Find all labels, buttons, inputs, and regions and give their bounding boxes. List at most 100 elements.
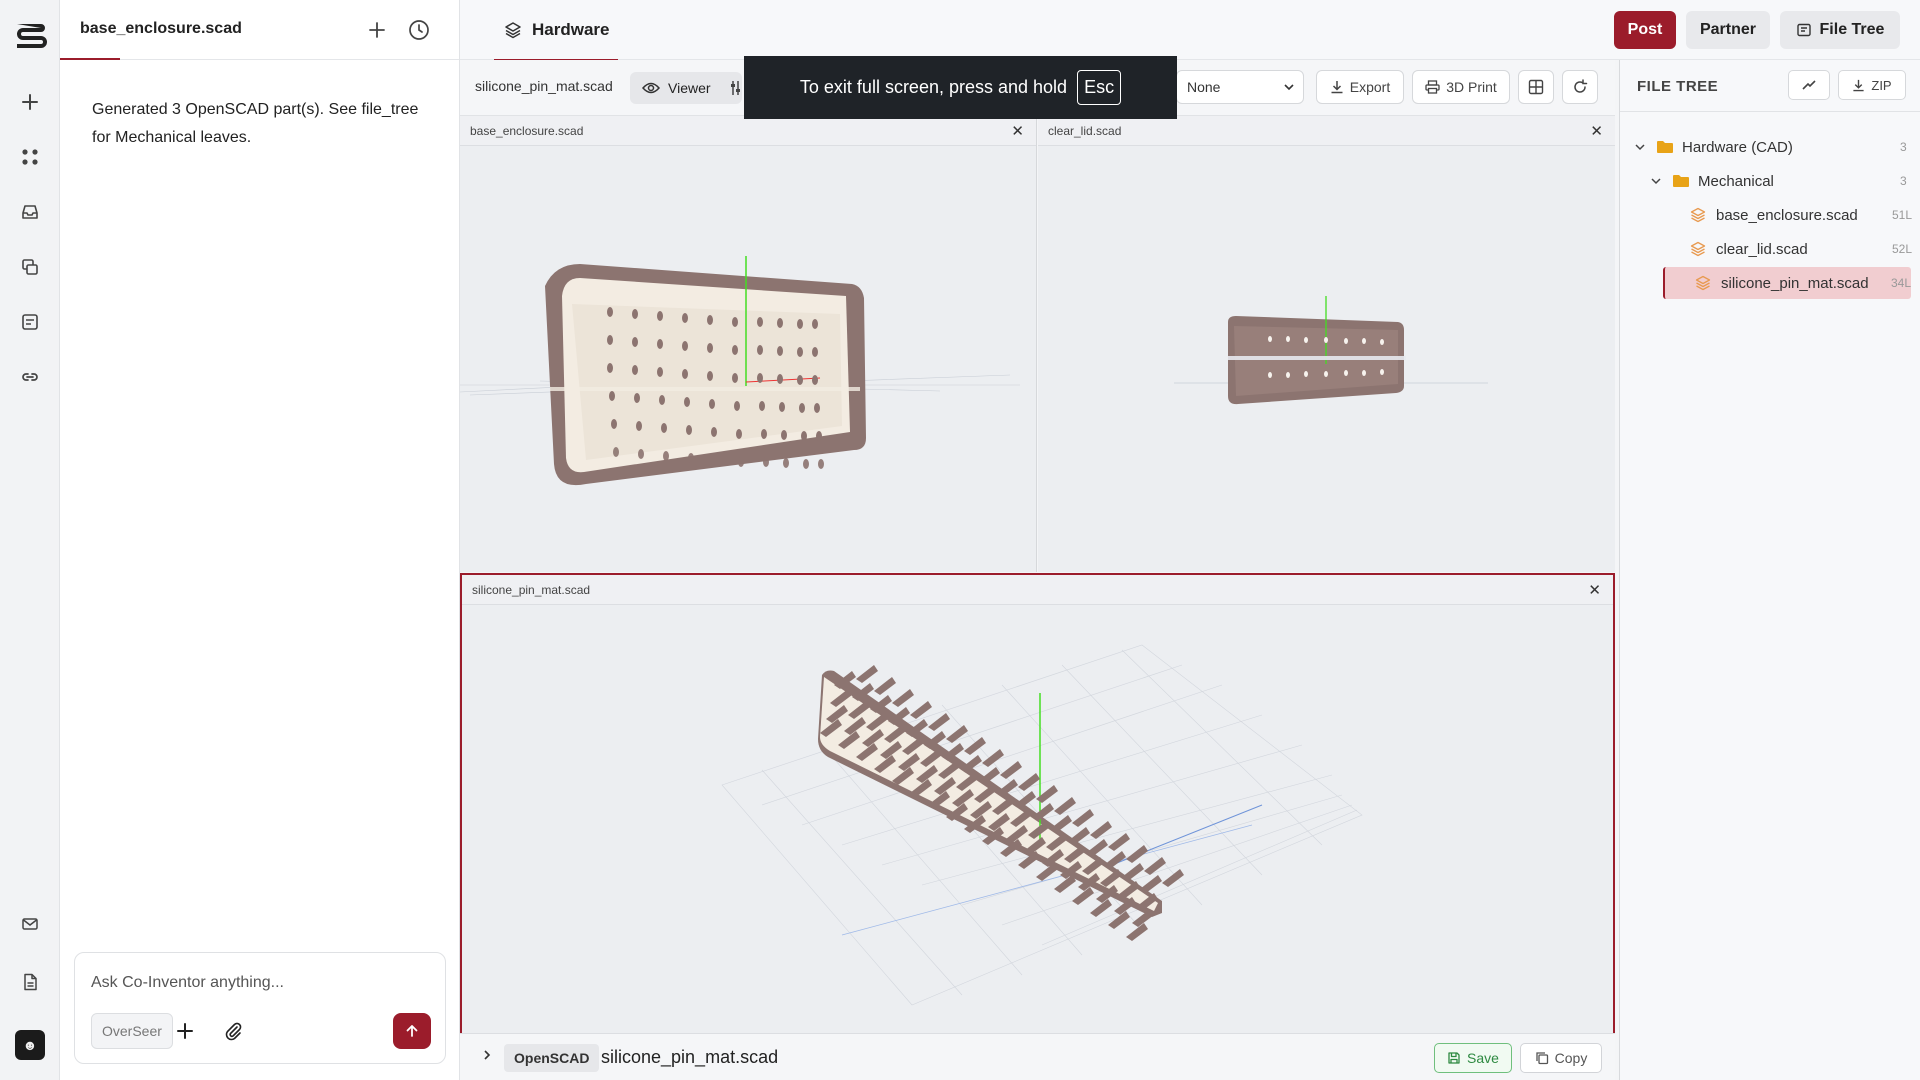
tree-node-count: 3 (1900, 140, 1907, 154)
top-header: Hardware Post Partner File Tree (460, 0, 1920, 61)
toast-key: Esc (1077, 70, 1122, 105)
history-clock-icon[interactable] (406, 17, 432, 43)
viewport-silicone-pin-mat[interactable]: silicone_pin_mat.scad ✕ (460, 573, 1615, 1033)
inbox-icon[interactable] (18, 200, 42, 224)
export-label: Export (1349, 79, 1391, 95)
agent-selector-button[interactable]: OverSeer (91, 1013, 173, 1049)
zip-download-button[interactable]: ZIP (1838, 70, 1906, 100)
chat-input[interactable] (91, 971, 421, 995)
close-viewport-icon[interactable]: ✕ (1588, 581, 1601, 599)
layers-icon (505, 22, 521, 39)
viewport-title: silicone_pin_mat.scad (472, 583, 591, 597)
silicone-pin-mat-model[interactable] (462, 605, 1613, 1033)
collapse-icon (1802, 80, 1816, 90)
layers-stack-icon[interactable] (18, 255, 42, 279)
download-icon (1853, 79, 1864, 91)
language-badge: OpenSCAD (504, 1044, 600, 1072)
material-select[interactable]: None (1176, 70, 1304, 104)
assistant-message: Generated 3 OpenSCAD part(s). See file_t… (92, 101, 419, 146)
eye-icon (642, 82, 660, 94)
tree-file-clear-lid[interactable]: clear_lid.scad 52L (1690, 234, 1912, 264)
collapse-tree-button[interactable] (1788, 70, 1830, 100)
chevron-down-icon (1635, 144, 1645, 151)
3d-print-button[interactable]: 3D Print (1412, 70, 1510, 104)
current-file-label: silicone_pin_mat.scad (475, 78, 613, 94)
app-logo-icon[interactable] (13, 20, 47, 50)
viewport-title: base_enclosure.scad (470, 124, 584, 138)
close-viewport-icon[interactable]: ✕ (1590, 122, 1603, 140)
copy-icon (1536, 1052, 1548, 1065)
viewport-title: clear_lid.scad (1048, 124, 1122, 138)
mail-icon[interactable] (18, 912, 42, 936)
refresh-button[interactable] (1562, 70, 1598, 104)
refresh-icon (1574, 79, 1588, 93)
file-tree-title: FILE TREE (1637, 78, 1719, 95)
material-select-value: None (1187, 79, 1221, 95)
tree-file-silicone-pin-mat[interactable]: silicone_pin_mat.scad 34L (1663, 267, 1911, 299)
tab-hardware[interactable]: Hardware (494, 0, 618, 61)
viewport-base-enclosure[interactable]: base_enclosure.scad ✕ (460, 116, 1037, 572)
file-tree-header: FILE TREE ZIP (1620, 60, 1920, 112)
copy-button[interactable]: Copy (1520, 1043, 1602, 1073)
chat-tab-underline (60, 58, 120, 60)
code-bar: OpenSCAD silicone_pin_mat.scad Save Copy (460, 1033, 1615, 1080)
send-button[interactable] (393, 1013, 431, 1049)
grid-layout-icon (1528, 79, 1544, 95)
link-icon[interactable] (18, 365, 42, 389)
chevron-down-icon (1651, 178, 1661, 185)
post-button[interactable]: Post (1614, 11, 1676, 49)
file-tree-panel: FILE TREE ZIP Hardware (CAD) 3 Mechanica… (1619, 60, 1920, 1080)
apps-grid-icon[interactable] (18, 145, 42, 169)
chat-tab-title[interactable]: base_enclosure.scad (80, 20, 242, 38)
viewport-header: clear_lid.scad ✕ (1038, 116, 1615, 146)
paperclip-icon[interactable] (219, 1017, 247, 1045)
fullscreen-toast: To exit full screen, press and hold Esc (744, 56, 1177, 119)
toast-text: To exit full screen, press and hold (799, 77, 1068, 97)
viewport-header: silicone_pin_mat.scad ✕ (462, 575, 1613, 605)
new-icon[interactable] (18, 90, 42, 114)
viewer-toggle-label: Viewer (668, 80, 711, 96)
tree-file-lines: 34L (1891, 276, 1912, 290)
3d-print-label: 3D Print (1446, 79, 1497, 95)
base-enclosure-model[interactable] (460, 146, 1037, 572)
file-tree-button-label: File Tree (1819, 21, 1885, 38)
chevron-down-icon (1284, 84, 1294, 91)
tree-node-mechanical[interactable]: Mechanical 3 (1650, 166, 1910, 196)
close-viewport-icon[interactable]: ✕ (1011, 122, 1024, 140)
tab-hardware-label: Hardware (532, 20, 610, 39)
add-attachment-plus-icon[interactable] (171, 1017, 199, 1045)
layers-file-icon (1690, 207, 1706, 223)
tree-node-root[interactable]: Hardware (CAD) 3 (1634, 132, 1910, 162)
grid-layout-button[interactable] (1518, 70, 1554, 104)
zip-label: ZIP (1871, 77, 1892, 93)
tree-node-count: 3 (1900, 174, 1907, 188)
code-filename: silicone_pin_mat.scad (601, 1047, 779, 1067)
export-button[interactable]: Export (1316, 70, 1404, 104)
save-icon (1448, 1052, 1460, 1064)
notes-icon[interactable] (18, 310, 42, 334)
viewport-clear-lid[interactable]: clear_lid.scad ✕ (1038, 116, 1615, 572)
user-avatar[interactable]: ☻ (15, 1030, 45, 1060)
tree-file-base-enclosure[interactable]: base_enclosure.scad 51L (1690, 200, 1913, 230)
folder-icon (1657, 141, 1673, 153)
clear-lid-model[interactable] (1038, 146, 1615, 572)
chat-composer: OverSeer (74, 952, 446, 1064)
tree-file-label: base_enclosure.scad (1716, 206, 1858, 224)
file-tree-button[interactable]: File Tree (1780, 11, 1900, 49)
arrow-up-icon (406, 1025, 418, 1037)
save-button[interactable]: Save (1434, 1043, 1512, 1073)
tree-node-label: Mechanical (1698, 172, 1774, 190)
viewer-toggle-button[interactable]: Viewer (630, 72, 742, 104)
left-rail: ☻ (0, 0, 60, 1080)
chevron-right-icon[interactable] (480, 1048, 494, 1062)
tree-file-label: clear_lid.scad (1716, 240, 1808, 258)
chat-panel: base_enclosure.scad Generated 3 OpenSCAD… (60, 0, 460, 1080)
partner-button[interactable]: Partner (1686, 11, 1770, 49)
layers-file-icon (1695, 275, 1711, 291)
chat-tabbar: base_enclosure.scad (60, 0, 459, 60)
document-icon[interactable] (18, 970, 42, 994)
tree-file-lines: 51L (1892, 208, 1913, 222)
copy-label: Copy (1554, 1050, 1588, 1066)
new-chat-icon[interactable] (364, 17, 390, 43)
download-icon (1331, 81, 1343, 94)
